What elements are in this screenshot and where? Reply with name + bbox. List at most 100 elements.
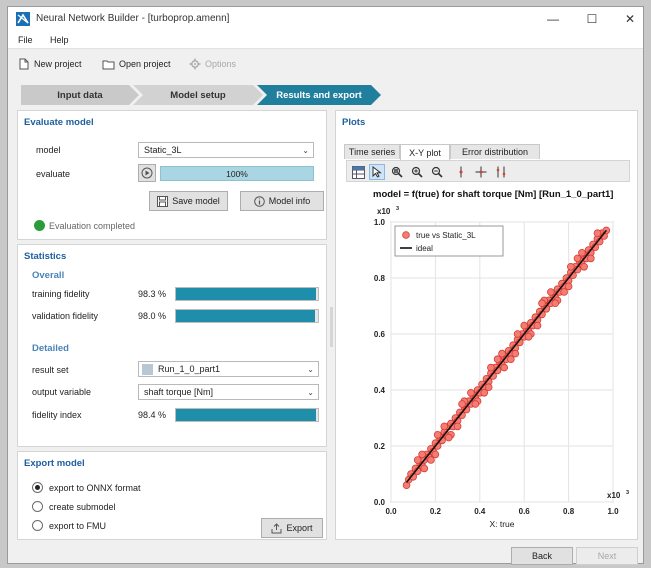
toolbar: New project Open project Options xyxy=(8,50,643,76)
options-button[interactable]: Options xyxy=(189,56,236,72)
data-point xyxy=(413,456,422,464)
y-axis-exponent-power: 3 xyxy=(396,206,399,212)
data-point xyxy=(593,229,602,237)
zoom-out-icon[interactable] xyxy=(429,164,445,180)
dual-cursor-icon[interactable] xyxy=(493,164,509,180)
data-point xyxy=(427,456,435,464)
step-input-data[interactable]: Input data xyxy=(21,85,139,105)
zoom-region-icon[interactable] xyxy=(389,164,405,180)
save-model-label: Save model xyxy=(172,196,220,206)
y-tick-label: 1.0 xyxy=(374,218,386,227)
training-fidelity-value: 98.3 % xyxy=(138,289,167,299)
validation-fidelity-label: validation fidelity xyxy=(32,311,99,321)
next-button[interactable]: Next xyxy=(576,547,638,565)
export-onnx-label[interactable]: export to ONNX format xyxy=(49,483,141,493)
data-point xyxy=(573,254,582,263)
data-table-icon[interactable] xyxy=(350,164,366,180)
crosshair-icon[interactable] xyxy=(473,164,489,180)
data-point xyxy=(480,389,489,397)
data-point xyxy=(431,450,440,459)
info-icon xyxy=(253,195,265,207)
result-set-label: result set xyxy=(32,365,69,375)
back-button[interactable]: Back xyxy=(511,547,573,565)
menu-file[interactable]: File xyxy=(18,35,33,45)
model-select-value: Static_3L xyxy=(144,145,182,155)
model-info-button[interactable]: Model info xyxy=(240,191,324,211)
validation-fidelity-value: 98.0 % xyxy=(138,311,167,321)
step-model-setup[interactable]: Model setup xyxy=(133,85,263,105)
fidelity-index-bar-fill xyxy=(176,409,316,421)
fidelity-index-bar xyxy=(175,408,319,422)
play-icon xyxy=(141,167,153,179)
data-point xyxy=(538,299,546,307)
result-set-select[interactable]: Run_1_0_part1 ⌄ xyxy=(138,361,319,377)
data-point xyxy=(511,349,520,358)
status-ok-icon xyxy=(34,220,45,231)
x-tick-label: 0.2 xyxy=(430,507,442,516)
open-project-button[interactable]: Open project xyxy=(102,56,171,72)
evaluation-progress-bar: 100% xyxy=(160,166,314,181)
minimize-icon[interactable]: — xyxy=(543,10,563,28)
run-evaluation-button[interactable] xyxy=(138,164,156,182)
chevron-down-icon: ⌄ xyxy=(302,146,309,155)
maximize-icon[interactable]: ☐ xyxy=(582,10,602,28)
data-point xyxy=(507,355,515,364)
create-submodel-radio[interactable] xyxy=(32,501,43,512)
panel-splitter[interactable] xyxy=(330,307,333,347)
data-point xyxy=(444,433,453,442)
data-point xyxy=(493,355,502,364)
export-fmu-label[interactable]: export to FMU xyxy=(49,521,106,531)
data-point xyxy=(551,299,560,307)
data-point xyxy=(564,282,573,291)
x-tick-label: 0.8 xyxy=(563,507,575,516)
new-project-button[interactable]: New project xyxy=(18,56,82,72)
save-model-button[interactable]: Save model xyxy=(149,191,228,211)
data-point xyxy=(458,400,466,408)
model-select[interactable]: Static_3L ⌄ xyxy=(138,142,314,158)
save-icon xyxy=(157,195,169,207)
data-point xyxy=(453,422,462,431)
step-results-export[interactable]: Results and export xyxy=(257,85,381,105)
gear-icon xyxy=(189,58,201,70)
export-fmu-radio[interactable] xyxy=(32,520,43,531)
dataset-icon xyxy=(142,363,153,375)
export-onnx-radio[interactable] xyxy=(32,482,43,493)
select-pointer-icon[interactable] xyxy=(369,164,385,180)
tab-xy-plot[interactable]: X-Y plot xyxy=(400,144,450,160)
validation-fidelity-bar-fill xyxy=(176,310,315,322)
evaluate-model-title: Evaluate model xyxy=(24,117,94,128)
create-submodel-label[interactable]: create submodel xyxy=(49,502,116,512)
model-info-label: Model info xyxy=(268,196,311,206)
data-point xyxy=(467,389,475,397)
export-model-title: Export model xyxy=(24,458,85,469)
result-set-value: Run_1_0_part1 xyxy=(158,364,221,374)
data-point xyxy=(547,288,555,296)
menu-help[interactable]: Help xyxy=(50,35,69,45)
data-point xyxy=(484,383,493,392)
export-button[interactable]: Export xyxy=(261,518,323,538)
y-tick-label: 0.8 xyxy=(374,274,386,283)
y-tick-label: 0.6 xyxy=(374,330,386,339)
output-variable-select[interactable]: shaft torque [Nm] ⌄ xyxy=(138,384,319,400)
data-point xyxy=(520,321,529,330)
step-model-setup-label: Model setup xyxy=(170,89,226,101)
training-fidelity-label: training fidelity xyxy=(32,289,90,299)
window-title: Neural Network Builder - [turboprop.amen… xyxy=(36,13,230,24)
new-file-icon xyxy=(19,58,29,70)
evaluate-label: evaluate xyxy=(36,169,71,179)
training-fidelity-bar xyxy=(175,287,319,301)
data-point xyxy=(433,431,442,439)
evaluate-model-panel: Evaluate model model Static_3L ⌄ evaluat… xyxy=(17,110,327,240)
tab-time-series[interactable]: Time series xyxy=(344,144,400,159)
vertical-cursor-icon[interactable] xyxy=(453,164,469,180)
xy-scatter-chart[interactable]: 0.0 0.2 0.4 0.6 0.8 1.0 0.0 0.2 0.4 0.6 0.8 1.0 x10 3… xyxy=(341,197,631,542)
x-tick-label: 0.6 xyxy=(519,507,531,516)
fidelity-index-value: 98.4 % xyxy=(138,410,167,420)
statistics-panel: Statistics Overall training fidelity 98.… xyxy=(17,244,327,447)
data-point xyxy=(567,263,575,271)
validation-fidelity-bar xyxy=(175,309,319,323)
data-point xyxy=(440,422,449,431)
tab-error-distribution[interactable]: Error distribution xyxy=(450,144,540,159)
zoom-in-icon[interactable] xyxy=(409,164,425,180)
close-icon[interactable]: ✕ xyxy=(620,10,640,28)
